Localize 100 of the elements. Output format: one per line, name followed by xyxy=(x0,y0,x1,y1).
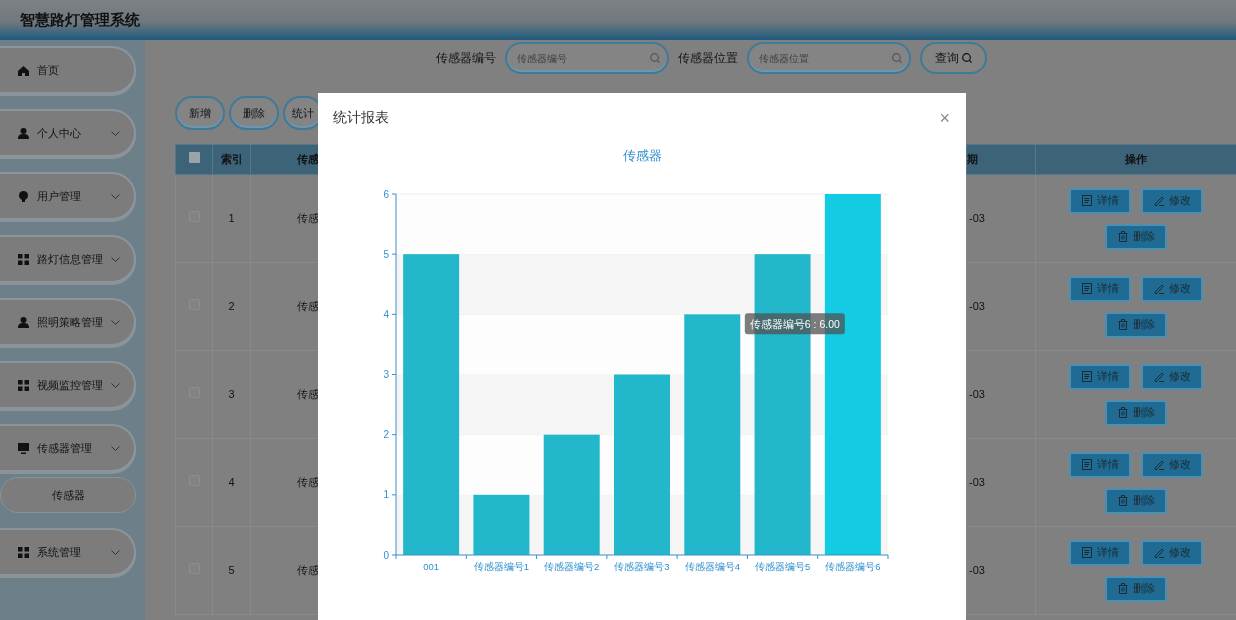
document-icon xyxy=(1081,195,1093,206)
table-cell: -03 xyxy=(969,300,985,313)
delete-button[interactable]: 删除 xyxy=(1105,487,1167,514)
person-icon xyxy=(18,316,29,328)
delete-button[interactable]: 删除 xyxy=(1105,223,1167,250)
trash-icon xyxy=(1117,583,1129,594)
chevron-down-icon xyxy=(111,256,120,262)
pencil-icon xyxy=(1153,283,1165,294)
sidebar-item[interactable]: 系统管理 xyxy=(0,528,136,576)
axis-tick-label: 6 xyxy=(383,188,389,200)
search-icon xyxy=(892,53,902,63)
document-icon xyxy=(1081,547,1093,558)
table-cell: 1 xyxy=(228,212,235,225)
trash-icon xyxy=(1117,407,1129,418)
sidebar-item[interactable]: 首页 xyxy=(0,46,136,94)
sidebar-item[interactable]: 个人中心 xyxy=(0,109,136,157)
axis-category-label: 传感器编号6 xyxy=(825,561,881,572)
document-icon xyxy=(1081,283,1093,294)
chevron-down-icon xyxy=(111,319,120,325)
table-cell: -03 xyxy=(969,388,985,401)
sidebar-item[interactable]: 用户管理 xyxy=(0,172,136,220)
bar[interactable] xyxy=(543,434,600,555)
column-header: 操作 xyxy=(1125,153,1147,166)
chevron-down-icon xyxy=(111,445,120,451)
pencil-icon xyxy=(1153,195,1165,206)
table-cell: 传感 xyxy=(297,212,319,225)
checkbox[interactable] xyxy=(188,152,200,164)
toolbar-button[interactable]: 删除 xyxy=(229,96,279,130)
detail-button[interactable]: 详情 xyxy=(1069,451,1131,478)
edit-button[interactable]: 修改 xyxy=(1141,363,1203,390)
axis-category-label: 传感器编号1 xyxy=(473,561,530,572)
person-icon xyxy=(18,127,29,139)
delete-button[interactable]: 删除 xyxy=(1105,575,1167,602)
chevron-down-icon xyxy=(111,193,120,199)
edit-button[interactable]: 修改 xyxy=(1141,187,1203,214)
table-cell: 传感 xyxy=(297,476,319,489)
chevron-down-icon xyxy=(111,382,120,388)
detail-button[interactable]: 详情 xyxy=(1069,363,1131,390)
close-button[interactable]: × xyxy=(939,108,950,127)
axis-category-label: 传感器编号3 xyxy=(614,561,670,572)
axis-category-label: 001 xyxy=(423,561,440,572)
axis-tick-label: 5 xyxy=(383,248,389,260)
column-header: 传感 xyxy=(297,153,319,166)
detail-button[interactable]: 详情 xyxy=(1069,539,1131,566)
chart-title: 传感器 xyxy=(622,148,662,163)
axis-category-label: 传感器编号4 xyxy=(684,561,740,572)
sidebar-item[interactable]: 路灯信息管理 xyxy=(0,235,136,283)
field-label: 传感器编号 xyxy=(436,50,496,67)
edit-button[interactable]: 修改 xyxy=(1141,275,1203,302)
search-icon xyxy=(650,53,660,63)
detail-button[interactable]: 详情 xyxy=(1069,187,1131,214)
delete-button[interactable]: 删除 xyxy=(1105,399,1167,426)
search-field[interactable]: 传感器编号 xyxy=(505,42,669,74)
pencil-icon xyxy=(1153,547,1165,558)
axis-tick-label: 2 xyxy=(383,429,389,441)
table-cell: 传感 xyxy=(297,300,319,313)
axis-category-label: 传感器编号2 xyxy=(544,561,600,572)
modal-title: 统计报表 xyxy=(333,108,389,127)
field-label: 传感器位置 xyxy=(678,50,738,67)
table-cell: 传感 xyxy=(297,388,319,401)
axis-tick-label: 1 xyxy=(383,489,389,501)
delete-button[interactable]: 删除 xyxy=(1105,311,1167,338)
chevron-down-icon xyxy=(111,549,120,555)
grid-icon xyxy=(18,253,29,265)
chevron-down-icon xyxy=(111,130,120,136)
table-cell: 2 xyxy=(228,300,235,313)
monitor-icon xyxy=(18,442,29,454)
app-title: 智慧路灯管理系统 xyxy=(20,9,140,30)
trash-icon xyxy=(1117,319,1129,330)
search-button[interactable]: 查询 xyxy=(920,42,987,74)
pencil-icon xyxy=(1153,371,1165,382)
trash-icon xyxy=(1117,495,1129,506)
sidebar-item[interactable]: 传感器管理 xyxy=(0,424,136,472)
detail-button[interactable]: 详情 xyxy=(1069,275,1131,302)
sidebar-item[interactable]: 照明策略管理 xyxy=(0,298,136,346)
search-icon xyxy=(962,53,972,63)
pencil-icon xyxy=(1153,459,1165,470)
toolbar-button[interactable]: 新增 xyxy=(175,96,225,130)
column-header: 期 xyxy=(967,153,978,166)
grid-icon xyxy=(18,546,29,558)
table-cell: 3 xyxy=(228,388,235,401)
document-icon xyxy=(1081,371,1093,382)
axis-tick-label: 3 xyxy=(383,369,389,380)
axis-tick-label: 4 xyxy=(383,308,389,320)
table-cell: -03 xyxy=(969,564,985,577)
tooltip: 传感器编号6 : 6.00 xyxy=(744,313,845,335)
home-icon xyxy=(18,64,29,76)
table-cell: 5 xyxy=(228,564,235,577)
table-cell: 4 xyxy=(228,476,235,489)
bar[interactable] xyxy=(473,494,530,555)
edit-button[interactable]: 修改 xyxy=(1141,451,1203,478)
annotation: 传感器编号6 : 6.00 xyxy=(749,317,841,330)
axis-tick-label: 0 xyxy=(383,549,389,561)
table-cell: -03 xyxy=(969,212,985,225)
sidebar-subitem[interactable]: 传感器 xyxy=(0,477,136,513)
grid-icon xyxy=(18,379,29,391)
document-icon xyxy=(1081,459,1093,470)
edit-button[interactable]: 修改 xyxy=(1141,539,1203,566)
table-cell: 传感 xyxy=(297,564,319,577)
sidebar-item[interactable]: 视频监控管理 xyxy=(0,361,136,409)
